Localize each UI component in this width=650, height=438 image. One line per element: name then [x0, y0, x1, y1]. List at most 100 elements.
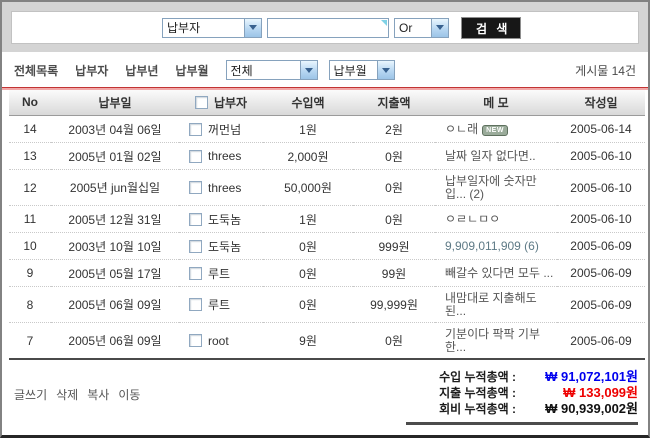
total-value: ₩ 133,099원 [516, 385, 638, 400]
cell-income: 9원 [263, 322, 353, 359]
col-header-income: 수입액 [263, 90, 353, 115]
memo-link[interactable]: 빼갈수 있다면 모두 ... [445, 266, 553, 280]
cell-date: 2005년 05월 17일 [51, 259, 179, 286]
cell-no: 12 [9, 169, 51, 205]
row-checkbox[interactable] [189, 267, 202, 280]
col-header-payer: 납부자 [179, 90, 263, 115]
table-row: 8 2005년 06월 09일 루트 0원 99,999원 내맘대로 지출해도 … [9, 286, 645, 322]
cell-memo: 빼갈수 있다면 모두 ...NEW [435, 259, 557, 286]
chevron-down-icon[interactable] [431, 19, 448, 37]
ledger-table: No 납부일 납부자 수입액 지출액 메 모 작성일 14 2003년 04월 … [9, 90, 645, 360]
cell-income: 2,000원 [263, 142, 353, 169]
chevron-down-icon[interactable] [244, 19, 261, 37]
row-checkbox[interactable] [189, 334, 202, 347]
cell-memo: ㅇㄹㄴㅁㅇNEW [435, 205, 557, 232]
cell-income: 50,000원 [263, 169, 353, 205]
action-link[interactable]: 삭제 [56, 386, 78, 425]
chevron-down-icon[interactable] [300, 61, 317, 79]
cell-income: 1원 [263, 205, 353, 232]
search-strip: 납부자 Or 검 색 [2, 2, 648, 52]
table-row: 14 2003년 04월 06일 꺼먼넘 1원 2원 ㅇㄴ래NEW 2005-0… [9, 115, 645, 142]
total-label: 수입 누적총액 : [439, 370, 516, 385]
cell-memo: ㅇㄴ래 NEW [435, 115, 557, 142]
filter-month-selected-value: 납부월 [334, 62, 373, 79]
payer-link[interactable]: 도둑놈 [208, 238, 241, 255]
filter-nav-row: 전체목록납부자납부년납부월 전체 납부월 게시물 14건 [2, 52, 648, 85]
total-row: 회비 누적총액 : ₩ 90,939,002원 [406, 401, 638, 417]
col-header-expense: 지출액 [353, 90, 435, 115]
payer-link[interactable]: threes [208, 181, 241, 195]
memo-link[interactable]: ㅇㄴ래 [445, 122, 478, 136]
search-operator-select[interactable]: Or [394, 18, 449, 38]
cell-memo: 9,909,011,909 (6)NEW [435, 232, 557, 259]
cell-income: 0원 [263, 232, 353, 259]
search-panel: 납부자 Or 검 색 [11, 11, 639, 44]
total-label: 회비 누적총액 : [439, 402, 516, 417]
table-row: 7 2005년 06월 09일 root 9원 0원 기분이다 팍팍 기부한..… [9, 322, 645, 359]
memo-link[interactable]: 납부일자에 숫자만 입... (2) [445, 174, 537, 201]
payer-link[interactable]: 루트 [208, 265, 230, 282]
filter-scope-select[interactable]: 전체 [226, 60, 318, 80]
new-badge: NEW [482, 125, 508, 136]
cell-income: 0원 [263, 286, 353, 322]
payer-link[interactable]: 도둑놈 [208, 211, 241, 228]
select-all-checkbox[interactable] [195, 96, 208, 109]
total-label: 지출 누적총액 : [439, 386, 516, 401]
row-checkbox[interactable] [189, 298, 202, 311]
nav-link[interactable]: 전체목록 [14, 62, 58, 79]
table-row: 12 2005년 jun월십일 threes 50,000원 0원 납부일자에 … [9, 169, 645, 205]
nav-link[interactable]: 납부월 [175, 62, 208, 79]
row-checkbox[interactable] [189, 123, 202, 136]
cell-expense: 999원 [353, 232, 435, 259]
table-header: No 납부일 납부자 수입액 지출액 메 모 작성일 [9, 90, 645, 115]
col-header-date: 납부일 [51, 90, 179, 115]
cell-income: 0원 [263, 259, 353, 286]
cell-created: 2005-06-09 [557, 286, 645, 322]
cell-date: 2005년 01월 02일 [51, 142, 179, 169]
action-link[interactable]: 글쓰기 [14, 386, 47, 425]
col-header-payer-label: 납부자 [214, 94, 247, 111]
cell-payer: 도둑놈 [179, 205, 263, 232]
payer-link[interactable]: 꺼먼넘 [208, 121, 241, 138]
filter-month-select[interactable]: 납부월 [329, 60, 395, 80]
action-link[interactable]: 이동 [118, 386, 140, 425]
memo-link[interactable]: 날짜 일자 없다면.. [445, 149, 536, 163]
payer-link[interactable]: root [208, 334, 229, 348]
cell-expense: 0원 [353, 142, 435, 169]
search-input[interactable] [267, 18, 389, 38]
total-value: ₩ 90,939,002원 [516, 401, 638, 416]
table-body: 14 2003년 04월 06일 꺼먼넘 1원 2원 ㅇㄴ래NEW 2005-0… [9, 115, 645, 359]
action-link[interactable]: 복사 [87, 386, 109, 425]
cell-memo: 날짜 일자 없다면..NEW [435, 142, 557, 169]
memo-link[interactable]: ㅇㄹㄴㅁㅇ [445, 212, 500, 226]
cell-expense: 99원 [353, 259, 435, 286]
cell-no: 14 [9, 115, 51, 142]
memo-link[interactable]: 내맘대로 지출해도 된... [445, 291, 537, 318]
cell-no: 13 [9, 142, 51, 169]
payer-link[interactable]: 루트 [208, 296, 230, 313]
payer-link[interactable]: threes [208, 149, 241, 163]
search-field-select[interactable]: 납부자 [162, 18, 262, 38]
cell-memo: 납부일자에 숫자만 입... (2)NEW [435, 169, 557, 205]
search-button[interactable]: 검 색 [461, 17, 521, 39]
nav-link[interactable]: 납부년 [125, 62, 158, 79]
cell-no: 8 [9, 286, 51, 322]
cell-payer: 루트 [179, 286, 263, 322]
cell-expense: 0원 [353, 169, 435, 205]
row-checkbox[interactable] [189, 181, 202, 194]
col-header-created: 작성일 [557, 90, 645, 115]
chevron-down-icon[interactable] [377, 61, 394, 79]
nav-link[interactable]: 납부자 [75, 62, 108, 79]
row-checkbox[interactable] [189, 240, 202, 253]
memo-link[interactable]: 기분이다 팍팍 기부한... [445, 327, 540, 354]
table-row: 10 2003년 10월 10일 도둑놈 0원 999원 9,909,011,9… [9, 232, 645, 259]
memo-link[interactable]: 9,909,011,909 (6) [445, 239, 539, 253]
cell-date: 2003년 04월 06일 [51, 115, 179, 142]
total-row: 지출 누적총액 : ₩ 133,099원 [406, 385, 638, 401]
filter-scope-selected-value: 전체 [231, 62, 296, 79]
cell-expense: 0원 [353, 322, 435, 359]
row-checkbox[interactable] [189, 150, 202, 163]
cell-payer: 꺼먼넘 [179, 115, 263, 142]
cell-no: 9 [9, 259, 51, 286]
row-checkbox[interactable] [189, 213, 202, 226]
